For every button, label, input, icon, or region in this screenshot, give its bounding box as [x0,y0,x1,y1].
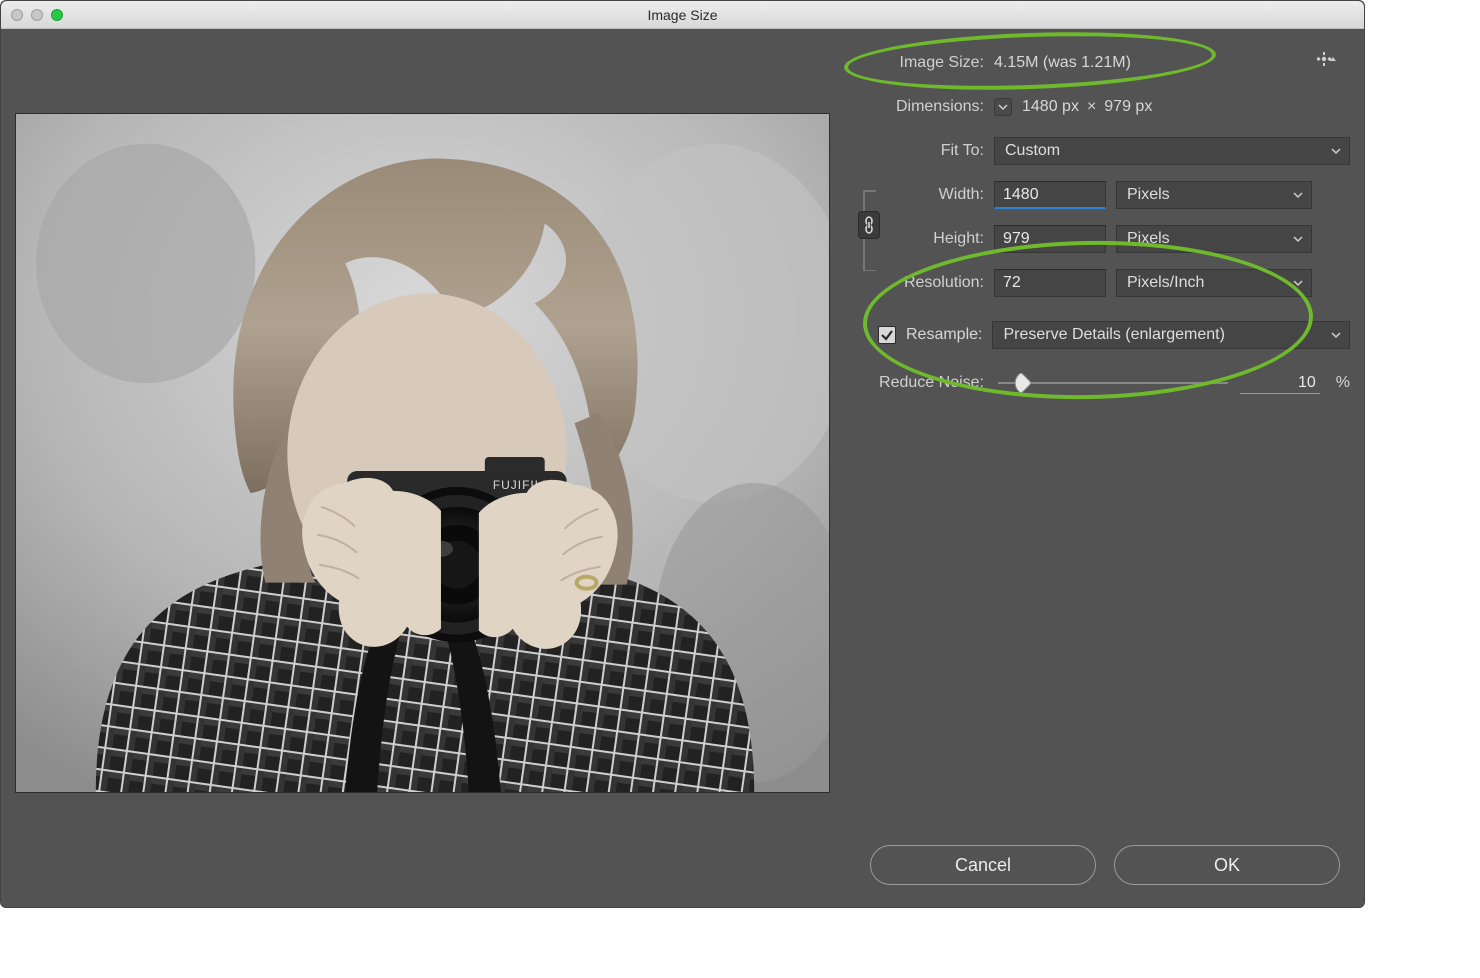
resample-checkbox[interactable] [878,326,896,344]
resolution-unit-select[interactable]: Pixels/Inch [1116,269,1312,297]
resolution-unit-value: Pixels/Inch [1127,274,1204,292]
controls-panel: Image Size: 4.15M (was 1.21M) Dimensions… [854,41,1350,831]
width-input[interactable] [994,181,1106,209]
dimensions-height: 979 px [1104,98,1152,116]
dimensions-width: 1480 px [1022,98,1079,116]
resample-value: Preserve Details (enlargement) [1003,326,1224,344]
fit-to-label: Fit To: [854,142,994,160]
height-unit-value: Pixels [1127,230,1170,248]
resolution-label: Resolution: [854,274,994,292]
dimensions-unit-button[interactable] [994,98,1012,116]
dimensions-label: Dimensions: [854,98,994,116]
chevron-down-icon [1293,234,1303,244]
image-size-dialog: Image Size [0,0,1365,908]
reduce-noise-input[interactable] [1240,372,1320,394]
reduce-noise-slider[interactable] [998,373,1228,393]
image-size-label: Image Size: [854,54,994,72]
width-label: Width: [890,186,994,204]
chevron-down-icon [1331,330,1341,340]
resolution-input[interactable] [994,269,1106,297]
constrain-proportions-button[interactable] [858,211,880,239]
height-input[interactable] [994,225,1106,253]
ok-button[interactable]: OK [1114,845,1340,885]
percent-label: % [1336,374,1350,392]
dialog-footer: Cancel OK [1,845,1364,907]
height-unit-select[interactable]: Pixels [1116,225,1312,253]
reduce-noise-label: Reduce Noise: [854,374,994,392]
height-label: Height: [890,230,994,248]
chevron-down-icon [1293,190,1303,200]
image-size-value: 4.15M (was 1.21M) [994,54,1131,72]
window-title: Image Size [1,7,1364,23]
titlebar: Image Size [1,1,1364,29]
width-unit-select[interactable]: Pixels [1116,181,1312,209]
fit-to-select[interactable]: Custom [994,137,1350,165]
width-unit-value: Pixels [1127,186,1170,204]
fit-to-value: Custom [1005,142,1060,160]
dimensions-times: × [1087,98,1096,116]
settings-menu-button[interactable] [1316,51,1336,67]
chevron-down-icon [1331,146,1341,156]
resample-label: Resample: [906,326,982,344]
cancel-button[interactable]: Cancel [870,845,1096,885]
image-preview: FUJIFILM [15,113,830,793]
chevron-down-icon [1293,278,1303,288]
resample-select[interactable]: Preserve Details (enlargement) [992,321,1350,349]
